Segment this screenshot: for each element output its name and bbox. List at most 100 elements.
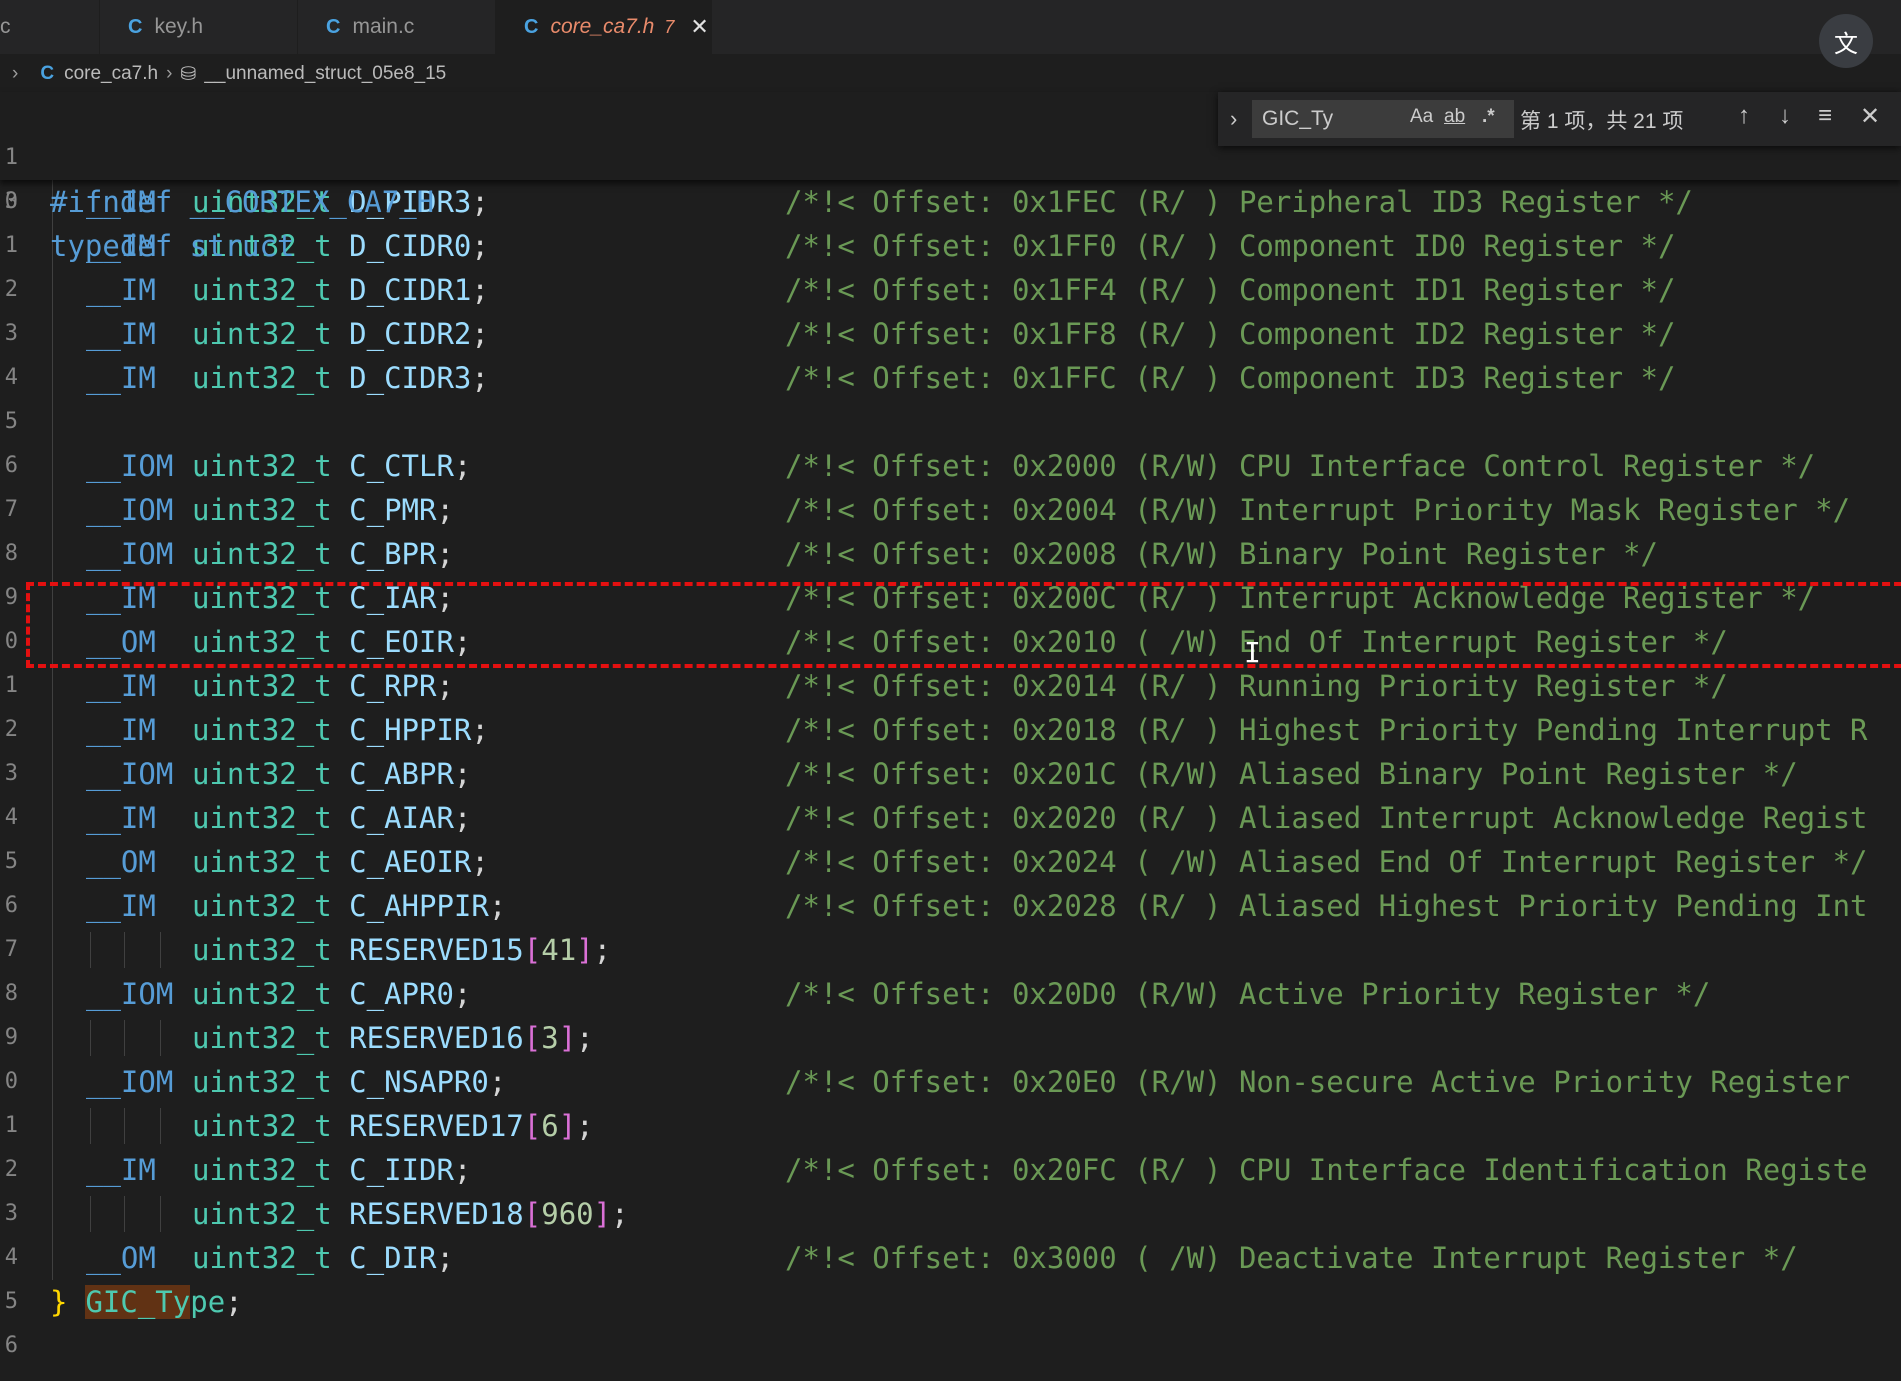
code-line[interactable]: 5 __OM uint32_t C_AEOIR; /*!< Offset: 0x20… bbox=[0, 840, 1901, 884]
code-line[interactable]: 0 __IOM uint32_t C_NSAPR0; /*!< Offset: 0x2… bbox=[0, 1060, 1901, 1104]
code-text: __IM uint32_t D_CIDR1; bbox=[86, 268, 489, 312]
semicolon: ; bbox=[593, 933, 612, 967]
code-text: __OM uint32_t C_DIR; bbox=[86, 1236, 454, 1280]
code-comment: /*!< Offset: 0x20E0 (R/W) Non-secure Act… bbox=[785, 1065, 1851, 1099]
breadcrumb-symbol[interactable]: __unnamed_struct_05e8_15 bbox=[204, 63, 446, 85]
semicolon: ; bbox=[453, 757, 472, 791]
highlight-annotation-box bbox=[26, 582, 1901, 668]
code-text: __IOM uint32_t C_ABPR; bbox=[86, 752, 471, 796]
type-name: uint32_t bbox=[192, 889, 332, 923]
semicolon: ; bbox=[436, 537, 454, 571]
code-line[interactable]: 3 __IM uint32_t D_CIDR2; /*!< Offset: 0x1F… bbox=[0, 312, 1901, 356]
type-qualifier: __IM bbox=[86, 669, 174, 703]
find-in-selection-icon[interactable]: ≡ bbox=[1818, 102, 1832, 130]
next-match-icon[interactable]: ↓ bbox=[1779, 102, 1791, 130]
code-comment: /*!< Offset: 0x3000 ( /W) Deactivate Int… bbox=[785, 1241, 1798, 1275]
field-name: C_ABPR bbox=[349, 757, 454, 791]
previous-match-icon[interactable]: ↑ bbox=[1738, 102, 1750, 130]
line-number: 5 bbox=[4, 1289, 18, 1314]
c-file-icon: C bbox=[40, 63, 55, 84]
code-line[interactable]: 6 __IM uint32_t C_AHPPIR; /*!< Offset: 0x2… bbox=[0, 884, 1901, 928]
code-text: uint32_t RESERVED15[41]; bbox=[86, 928, 611, 972]
line-number: 3 bbox=[4, 189, 18, 214]
field-name: C_APR0 bbox=[349, 977, 454, 1011]
field-name: C_RPR bbox=[349, 669, 437, 703]
line-number: 3 bbox=[4, 1201, 18, 1226]
indent-guide bbox=[52, 180, 53, 1280]
whole-word-icon[interactable]: ab bbox=[1444, 106, 1465, 128]
tab-bar: c C key.h C main.c C core_ca7.h 7 ✕ 文 bbox=[0, 0, 1901, 68]
close-icon[interactable]: ✕ bbox=[690, 14, 708, 40]
code-line[interactable]: 6 __IOM uint32_t C_CTLR; /*!< Offset: 0x200… bbox=[0, 444, 1901, 488]
tab-core-ca7-h[interactable]: C core_ca7.h 7 ✕ bbox=[496, 0, 712, 54]
code-line[interactable]: 4 __IM uint32_t C_AIAR; /*!< Offset: 0x202… bbox=[0, 796, 1901, 840]
indent-guide bbox=[90, 1196, 91, 1232]
search-match-highlight: GIC_Ty bbox=[85, 1285, 191, 1319]
tab-label: main.c bbox=[352, 15, 415, 38]
match-case-icon[interactable]: Aa bbox=[1410, 106, 1433, 128]
toggle-replace-icon[interactable]: › bbox=[1230, 106, 1237, 132]
type-qualifier: __IM bbox=[86, 361, 174, 395]
field-name: C_HPPIR bbox=[349, 713, 472, 747]
code-editor[interactable]: 0 __IM uint32_t D_PIDR3;/*!< Offset: 0x1F… bbox=[0, 92, 1901, 1381]
closing-brace: } bbox=[50, 1285, 68, 1319]
semicolon: ; bbox=[576, 1109, 594, 1143]
close-icon[interactable]: ✕ bbox=[1860, 102, 1880, 131]
type-name: uint32_t bbox=[192, 1153, 332, 1187]
indent-guide bbox=[90, 1108, 91, 1144]
code-line[interactable]: 4 __IM uint32_t D_CIDR3; /*!< Offset: 0x1F… bbox=[0, 356, 1901, 400]
code-line[interactable]: 1 uint32_t RESERVED17[6]; bbox=[0, 1104, 1901, 1148]
semicolon: ; bbox=[471, 273, 489, 307]
code-comment: /*!< Offset: 0x2000 (R/W) CPU Interface … bbox=[785, 449, 1816, 483]
code-line[interactable]: 2 __IM uint32_t C_IIDR; /*!< Offset: 0x20F… bbox=[0, 1148, 1901, 1192]
code-line[interactable]: 5 bbox=[0, 400, 1901, 444]
code-text: __IOM uint32_t C_CTLR; bbox=[86, 444, 471, 488]
type-qualifier: __IOM bbox=[86, 977, 174, 1011]
code-line[interactable]: 9 uint32_t RESERVED16[3]; bbox=[0, 1016, 1901, 1060]
line-number: 7 bbox=[4, 497, 18, 522]
code-line[interactable]: 7 __IOM uint32_t C_PMR; /*!< Offset: 0x2004… bbox=[0, 488, 1901, 532]
bracket: ] bbox=[558, 1021, 577, 1055]
semicolon: ; bbox=[471, 229, 489, 263]
code-line[interactable]: 6 bbox=[0, 1324, 1901, 1368]
code-line[interactable]: 7 uint32_t RESERVED15[41]; bbox=[0, 928, 1901, 972]
code-text: uint32_t RESERVED16[3]; bbox=[86, 1016, 594, 1060]
regex-icon[interactable]: .* bbox=[1482, 106, 1495, 128]
code-line[interactable]: 2 __IM uint32_t D_CIDR1;/*!< Offset: 0x1F… bbox=[0, 268, 1901, 312]
code-line[interactable]: 8 __IOM uint32_t C_BPR; /*!< Offset: 0x2008… bbox=[0, 532, 1901, 576]
semicolon: ; bbox=[225, 1285, 243, 1319]
type-qualifier: __IM bbox=[86, 713, 174, 747]
tab-key-h[interactable]: C key.h bbox=[100, 0, 298, 54]
type-name: uint32_t bbox=[192, 845, 332, 879]
code-line[interactable]: 1 __IM uint32_t C_RPR; /*!< Offset: 0x2014… bbox=[0, 664, 1901, 708]
type-name: uint32_t bbox=[192, 1241, 332, 1275]
find-input[interactable] bbox=[1252, 100, 1514, 138]
field-name: RESERVED17 bbox=[349, 1109, 524, 1143]
type-name: uint32_t bbox=[192, 713, 332, 747]
code-line[interactable]: 3 uint32_t RESERVED18[960]; bbox=[0, 1192, 1901, 1236]
semicolon: ; bbox=[471, 317, 489, 351]
type-qualifier: __IM bbox=[86, 889, 174, 923]
code-line[interactable]: 4 __OM uint32_t C_DIR; /*!< Offset: 0x3000… bbox=[0, 1236, 1901, 1280]
code-text: __IOM uint32_t C_PMR; bbox=[86, 488, 454, 532]
type-qualifier: __IOM bbox=[86, 493, 174, 527]
line-number: 5 bbox=[4, 409, 18, 434]
type-name: uint32_t bbox=[192, 669, 332, 703]
tab-c[interactable]: c bbox=[0, 0, 100, 54]
field-name: C_AEOIR bbox=[349, 845, 472, 879]
indent-guide bbox=[160, 932, 161, 968]
type-name: uint32_t bbox=[192, 933, 332, 967]
breadcrumb-file[interactable]: core_ca7.h bbox=[64, 63, 158, 85]
line-number: 6 bbox=[4, 453, 18, 478]
code-comment: /*!< Offset: 0x20D0 (R/W) Active Priorit… bbox=[785, 977, 1711, 1011]
code-line[interactable]: 3 __IOM uint32_t C_ABPR; /*!< Offset: 0x201… bbox=[0, 752, 1901, 796]
line-number: 8 bbox=[4, 541, 18, 566]
code-line[interactable]: 2 __IM uint32_t C_HPPIR; /*!< Offset: 0x20… bbox=[0, 708, 1901, 752]
code-line[interactable]: 8 __IOM uint32_t C_APR0; /*!< Offset: 0x20D… bbox=[0, 972, 1901, 1016]
type-qualifier: __IOM bbox=[86, 1065, 174, 1099]
type-name: uint32_t bbox=[192, 317, 332, 351]
array-size: 41 bbox=[541, 933, 577, 967]
tab-main-c[interactable]: C main.c bbox=[298, 0, 496, 54]
code-comment: /*!< Offset: 0x2014 (R/ ) Running Priori… bbox=[785, 669, 1728, 703]
code-line[interactable]: 5} GIC_Type; bbox=[0, 1280, 1901, 1324]
